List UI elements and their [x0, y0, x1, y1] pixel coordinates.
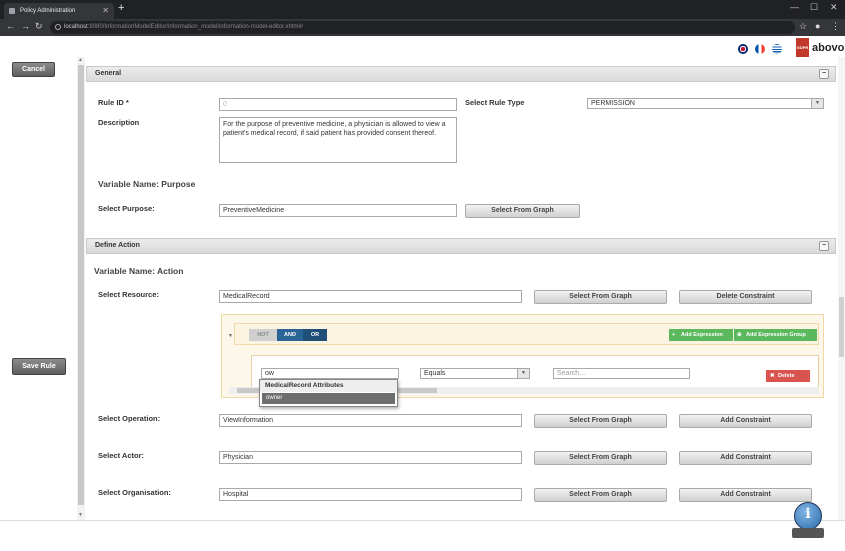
new-tab-button[interactable]: + [118, 2, 124, 14]
action-variable-heading: Variable Name: Action [94, 266, 184, 276]
actor-add-constraint-button[interactable]: Add Constraint [679, 451, 812, 465]
add-expression-group-label: Add Expression Group [746, 332, 806, 338]
info-icon[interactable] [55, 24, 61, 30]
scroll-down-icon[interactable]: ▼ [78, 512, 83, 518]
page-scrollbar[interactable] [838, 57, 845, 520]
purpose-label: Select Purpose: [98, 204, 155, 213]
general-collapse-icon[interactable]: − [819, 69, 829, 79]
resource-input[interactable]: MedicalRecord [219, 290, 522, 303]
general-panel-title: General [95, 70, 122, 77]
add-expression-button[interactable]: + Add Expression [669, 329, 733, 341]
cancel-button[interactable]: Cancel [12, 62, 55, 77]
description-textarea[interactable] [219, 117, 457, 163]
chevron-down-icon[interactable]: ▼ [811, 99, 823, 108]
operation-label: Select Operation: [98, 414, 161, 423]
left-rail [0, 57, 77, 551]
flag-french-icon[interactable] [755, 44, 765, 54]
operator-chevron-icon[interactable]: ▼ [517, 369, 529, 378]
define-action-collapse-icon[interactable]: − [819, 241, 829, 251]
operation-select-from-graph-button[interactable]: Select From Graph [534, 414, 667, 428]
purpose-variable-heading: Variable Name: Purpose [98, 179, 196, 189]
rule-id-input[interactable]: 0 [219, 98, 457, 111]
flag-english-icon[interactable] [738, 44, 748, 54]
url-path: :8080/InformationModelEditor/information… [87, 24, 304, 30]
rule-id-label: Rule ID * [98, 98, 129, 107]
organisation-select-from-graph-button[interactable]: Select From Graph [534, 488, 667, 502]
address-bar: ← → ↻ localhost:8080/InformationModelEdi… [0, 19, 845, 36]
close-icon: ✖ [770, 373, 775, 379]
info-icon: i [805, 506, 811, 522]
autocomplete-option-owner[interactable]: owner [262, 393, 395, 404]
operation-add-constraint-button[interactable]: Add Constraint [679, 414, 812, 428]
inner-scroll-thumb[interactable] [78, 65, 84, 505]
and-toggle[interactable]: AND [277, 329, 303, 341]
operation-input[interactable]: ViewInformation [219, 414, 522, 427]
forward-icon[interactable]: → [21, 21, 30, 31]
scroll-up-icon[interactable]: ▲ [78, 57, 83, 63]
add-expression-group-button[interactable]: ⊕ Add Expression Group [734, 329, 817, 341]
description-label: Description [98, 118, 140, 127]
browser-tab[interactable]: Policy Administration ✕ [4, 3, 114, 19]
query-group-header: NOT AND OR + Add Expression ⊕ Add Expres… [234, 323, 819, 345]
purpose-select-from-graph-button[interactable]: Select From Graph [465, 204, 580, 218]
browser-tabstrip: Policy Administration ✕ + — ☐ ✕ [0, 0, 845, 19]
info-widget[interactable]: i [790, 500, 826, 540]
delete-constraint-button[interactable]: Delete Constraint [679, 290, 812, 304]
delete-rule-button[interactable]: ✖ Delete [766, 370, 810, 382]
back-icon[interactable]: ← [6, 21, 15, 31]
field-input[interactable]: ow [261, 368, 399, 379]
tab-close-icon[interactable]: ✕ [102, 3, 109, 19]
url-host: localhost [64, 24, 88, 30]
add-expression-label: Add Expression [681, 332, 723, 338]
define-action-panel-header[interactable]: Define Action − [86, 238, 836, 254]
actor-select-from-graph-button[interactable]: Select From Graph [534, 451, 667, 465]
autocomplete-dropdown: MedicalRecord Attributes owner [259, 379, 398, 407]
save-rule-button[interactable]: Save Rule [12, 358, 66, 375]
organisation-label: Select Organisation: [98, 488, 171, 497]
expand-chevron-icon[interactable]: ▼ [228, 333, 233, 339]
abovo-logo: abovo [812, 42, 845, 54]
menu-icon[interactable]: ⋮ [831, 21, 840, 32]
plus-icon: + [672, 332, 676, 338]
delete-rule-label: Delete [778, 373, 795, 379]
reload-icon[interactable]: ↻ [35, 21, 43, 32]
favicon-icon [9, 8, 15, 14]
url-field[interactable]: localhost:8080/InformationModelEditor/in… [50, 21, 795, 34]
operator-value: Equals [424, 370, 446, 377]
purpose-input[interactable]: PreventiveMedicine [219, 204, 457, 217]
operator-select[interactable]: Equals ▼ [420, 368, 530, 379]
define-action-panel-title: Define Action [95, 242, 140, 249]
plus-circle-icon: ⊕ [737, 332, 742, 338]
inner-scrollbar[interactable]: ▲ ▼ [77, 57, 85, 520]
general-panel-header[interactable]: General − [86, 66, 836, 82]
organisation-input[interactable]: Hospital [219, 488, 522, 501]
rule-type-select[interactable]: PERMISSION ▼ [587, 98, 824, 109]
actor-input[interactable]: Physician [219, 451, 522, 464]
profile-icon[interactable]: ● [815, 21, 820, 31]
footer-divider [0, 520, 845, 521]
gdpr-logo: GDPR [796, 38, 809, 57]
minimize-icon[interactable]: — [790, 2, 799, 12]
bookmark-star-icon[interactable]: ☆ [799, 21, 807, 32]
rule-type-value: PERMISSION [591, 100, 635, 107]
actor-label: Select Actor: [98, 451, 144, 460]
maximize-icon[interactable]: ☐ [810, 2, 818, 13]
flag-greek-icon[interactable] [772, 44, 782, 54]
resource-select-from-graph-button[interactable]: Select From Graph [534, 290, 667, 304]
autocomplete-group-label: MedicalRecord Attributes [260, 380, 397, 392]
resource-label: Select Resource: [98, 290, 159, 299]
close-window-icon[interactable]: ✕ [830, 2, 838, 13]
not-toggle[interactable]: NOT [249, 329, 277, 341]
value-search-input[interactable]: Search... [553, 368, 690, 379]
rule-type-label: Select Rule Type [465, 98, 525, 107]
page-scroll-thumb[interactable] [839, 297, 844, 357]
or-toggle[interactable]: OR [303, 329, 327, 341]
tab-title: Policy Administration [20, 8, 76, 14]
info-base [792, 528, 824, 538]
